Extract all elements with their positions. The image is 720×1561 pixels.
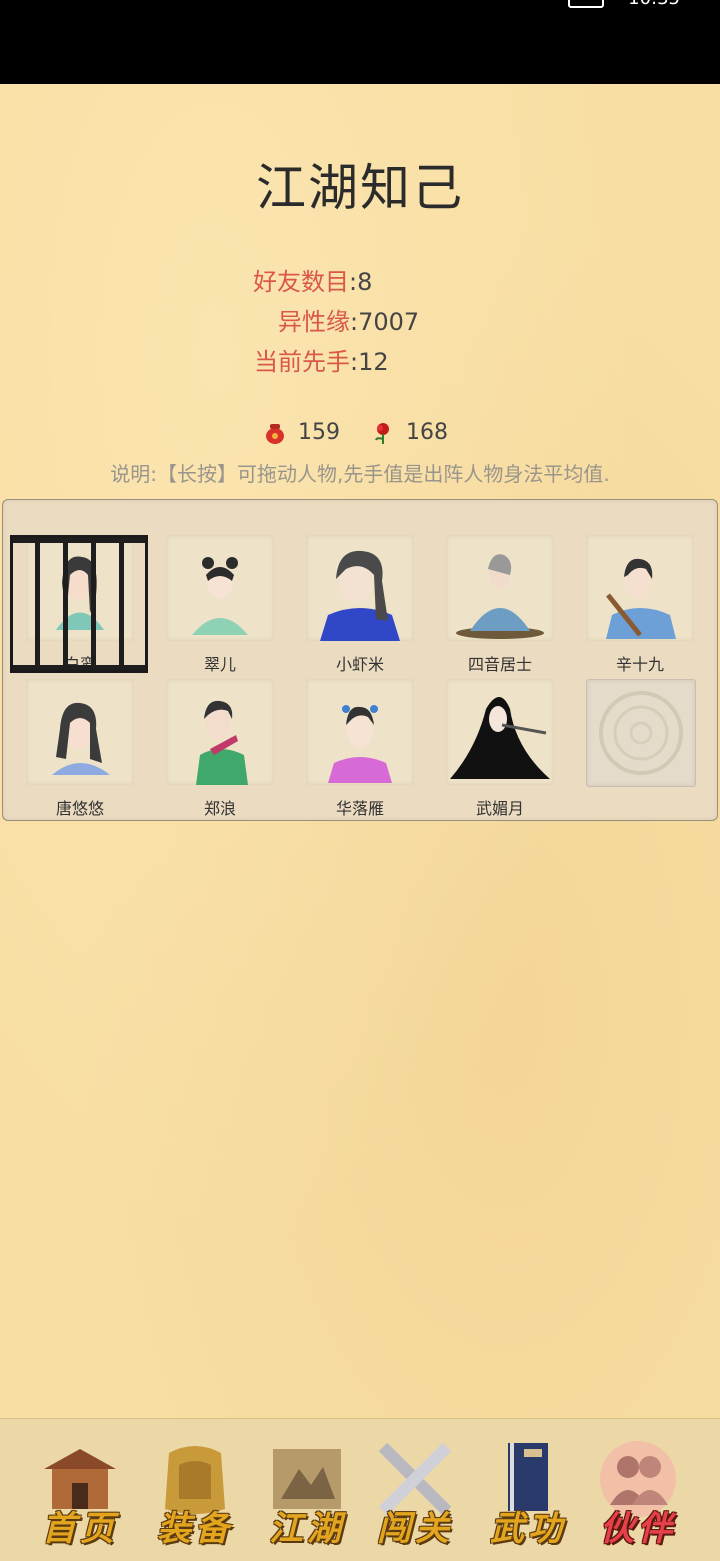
rose-count: 168 (406, 420, 448, 445)
companion-card[interactable]: 郑浪 (166, 679, 274, 819)
companion-name: 唐悠悠 (55, 799, 104, 818)
locked-cage-overlay (10, 535, 148, 673)
companion-name: 四音居士 (467, 655, 532, 674)
portrait (166, 535, 274, 641)
companion-name: 郑浪 (203, 799, 236, 818)
resource-rose: 168 (372, 420, 448, 445)
companion-name: 辛十九 (615, 655, 664, 674)
companion-name: 华落雁 (335, 799, 384, 818)
companion-card[interactable]: 小虾米 (306, 535, 414, 675)
companion-name: 小虾米 (335, 655, 384, 674)
companion-card[interactable]: 唐悠悠 (26, 679, 134, 819)
companion-card[interactable]: 武媚月 (446, 679, 554, 819)
battery-icon (568, 0, 604, 8)
portrait (446, 535, 554, 641)
resource-pouch: 159 (264, 420, 340, 445)
instructions-text: 说明:【长按】可拖动人物,先手值是出阵人物身法平均值. (110, 462, 610, 486)
nav-martial-arts[interactable]: 武功 (478, 1439, 578, 1549)
stat-friend-count: 好友数目:8 (253, 268, 373, 296)
nav-home[interactable]: 首页 (30, 1439, 130, 1549)
nav-companions[interactable]: 伙伴 (588, 1439, 688, 1549)
stat-initiative: 当前先手:12 (254, 348, 389, 376)
companion-name: 翠儿 (203, 655, 236, 674)
companion-name: 武媚月 (475, 799, 524, 818)
status-bar: 10:35 (0, 0, 720, 84)
red-pouch-icon (266, 423, 284, 444)
pouch-count: 159 (298, 420, 340, 445)
nav-jianghu[interactable]: 江湖 (257, 1439, 357, 1549)
nav-challenge[interactable]: 闯关 (365, 1439, 465, 1549)
portrait (586, 535, 694, 641)
portrait (166, 679, 274, 785)
empty-slot-seal (586, 679, 696, 787)
portrait (306, 679, 414, 785)
companion-card[interactable]: 翠儿 (166, 535, 274, 675)
portrait (26, 679, 134, 785)
companion-card[interactable]: 辛十九 (586, 535, 694, 675)
rose-icon (375, 422, 389, 444)
portrait (446, 679, 554, 785)
empty-slot[interactable] (586, 679, 696, 819)
page-title: 江湖知己 (256, 159, 464, 217)
companion-card[interactable]: 华落雁 (306, 679, 414, 819)
clock: 10:35 (628, 0, 680, 9)
companion-card[interactable]: 四音居士 (446, 535, 554, 675)
nav-equipment[interactable]: 装备 (145, 1439, 245, 1549)
stat-charm: 异性缘:7007 (278, 308, 420, 336)
portrait (306, 535, 414, 641)
bottom-nav: 首页 装备 江湖 闯关 武功 伙伴 (0, 1418, 720, 1561)
